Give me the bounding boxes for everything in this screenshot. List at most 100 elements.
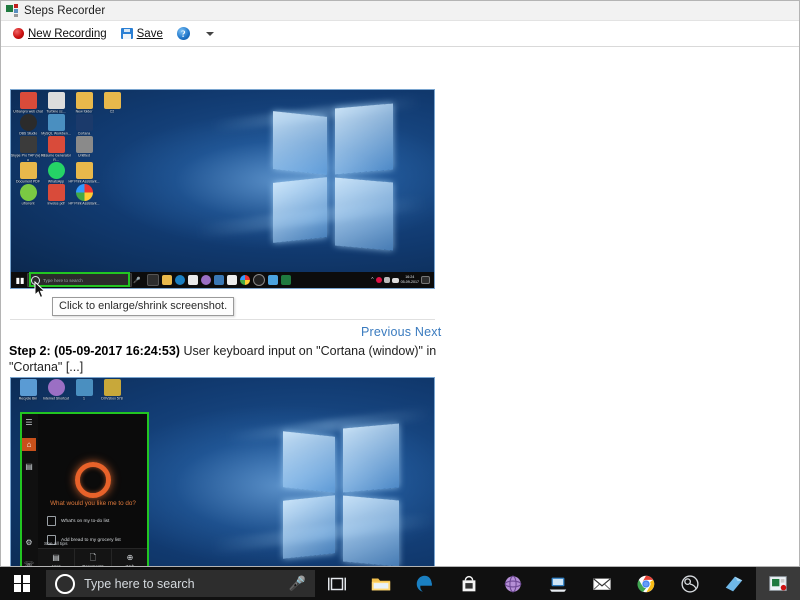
desktop-screenshot-step1[interactable]: Urbanpro web chat Turbine sc... New fold… bbox=[10, 89, 435, 289]
desktop-icon-label: C2 bbox=[109, 110, 115, 115]
next-link[interactable]: Next bbox=[415, 325, 442, 339]
clock-mini[interactable]: 16:24 05-09-2017 bbox=[401, 275, 419, 284]
remote-desktop-icon[interactable] bbox=[214, 275, 224, 285]
cortana-screenshot-step2[interactable]: Recycle Bin Internet Shortcut 1 DXVsbox … bbox=[10, 377, 435, 566]
purple-orb-icon bbox=[505, 575, 522, 592]
file-explorer-icon[interactable] bbox=[162, 275, 172, 285]
desktop-icon-grid: Urbanpro web chat Turbine sc... New fold… bbox=[11, 92, 125, 206]
chrome-icon[interactable] bbox=[240, 275, 250, 285]
chevron-down-icon bbox=[205, 31, 214, 36]
purple-orb-button[interactable] bbox=[491, 567, 535, 600]
new-recording-button[interactable]: New Recording bbox=[7, 25, 113, 43]
desktop-icon-row: OBS Studio MySQL Workben... Cortana bbox=[15, 114, 125, 136]
screen-root: Steps Recorder New Recording Save ? Urba… bbox=[0, 0, 800, 600]
desktop-icon[interactable]: 1 bbox=[71, 379, 97, 401]
desktop-icon[interactable]: New folder bbox=[71, 92, 97, 114]
purple-orb-icon[interactable] bbox=[201, 275, 211, 285]
hamburger-menu-icon[interactable]: ☰ bbox=[22, 416, 36, 429]
mail-button[interactable] bbox=[580, 567, 624, 600]
desktop-icon[interactable]: HP Print Assistant... bbox=[69, 161, 99, 184]
desktop-icon[interactable]: Document PDF bbox=[15, 161, 41, 184]
blue-app-icon[interactable] bbox=[268, 275, 278, 285]
save-button[interactable]: Save bbox=[115, 25, 169, 43]
help-button[interactable]: ? bbox=[171, 24, 196, 43]
record-dot-icon bbox=[13, 28, 24, 39]
steps-recorder-window: Steps Recorder New Recording Save ? Urba… bbox=[0, 0, 800, 567]
steps-recorder-taskbar-icon[interactable] bbox=[281, 275, 291, 285]
microphone-icon[interactable]: 🎤 bbox=[132, 277, 142, 284]
tab-apps[interactable]: ▤ Apps bbox=[38, 549, 75, 566]
wallpaper-window-logo bbox=[279, 423, 401, 566]
screenshot-tooltip: Click to enlarge/shrink screenshot. bbox=[52, 297, 235, 316]
step-label: Step 2: bbox=[9, 344, 51, 358]
desktop-icon[interactable]: Untitled bbox=[71, 136, 97, 160]
desktop-icon[interactable]: WhatsApp bbox=[43, 161, 69, 184]
cortana-suggestion[interactable]: What's on my to-do list bbox=[47, 516, 121, 526]
see-all-tips-link[interactable]: See all tips bbox=[44, 542, 67, 547]
desktop-icon-row: Recycle Bin Internet Shortcut 1 DXVsbox … bbox=[15, 379, 125, 401]
cortana-sidebar: ☰ ⌂ ▤ ⚙ ☏ bbox=[20, 412, 38, 566]
mail-icon[interactable] bbox=[227, 275, 237, 285]
search-placeholder-mini: Type here to search bbox=[43, 277, 83, 283]
taskbar-search-box[interactable]: Type here to search 🎤 bbox=[46, 570, 316, 597]
obs-studio-icon[interactable] bbox=[253, 274, 265, 286]
cortana-tabs: ▤ Apps 🗋 Documents ⊕ Web bbox=[38, 548, 148, 566]
obs-studio-icon bbox=[681, 574, 699, 593]
desktop-icon[interactable]: C2 bbox=[99, 92, 125, 114]
desktop-icon[interactable]: Resume Generator R... bbox=[41, 136, 71, 163]
desktop-icon[interactable]: Internet Shortcut bbox=[43, 379, 69, 401]
microsoft-store-button[interactable] bbox=[447, 567, 491, 600]
cortana-suggestions: What's on my to-do list Add bread to my … bbox=[47, 516, 121, 545]
feedback-icon[interactable]: ☏ bbox=[22, 558, 36, 566]
notification-icon[interactable] bbox=[375, 277, 382, 283]
obs-studio-button[interactable] bbox=[668, 567, 712, 600]
notebook-icon[interactable]: ▤ bbox=[22, 460, 36, 473]
start-button[interactable] bbox=[0, 567, 44, 600]
suggestion-label: Add bread to my grocery list bbox=[61, 537, 121, 543]
globe-icon: ⊕ bbox=[126, 552, 134, 562]
edge-button[interactable] bbox=[403, 567, 447, 600]
file-explorer-icon bbox=[372, 578, 391, 590]
desktop-icon[interactable]: HP Print Assistant... bbox=[69, 184, 99, 206]
wallpaper-window-logo bbox=[269, 103, 397, 262]
screenshot1-taskbar: ▮▮ Type here to search 🎤 ^ 16:24 05-09-2… bbox=[11, 272, 434, 288]
edge-icon[interactable] bbox=[175, 275, 185, 285]
action-center-icon[interactable] bbox=[421, 276, 430, 284]
start-button-mini[interactable]: ▮▮ bbox=[13, 276, 27, 285]
desktop-icon-row: Urbanpro web chat Turbine sc... New fold… bbox=[13, 92, 125, 114]
desktop-icon[interactable]: DXVsbox 578 bbox=[99, 379, 125, 401]
apps-icon: ▤ bbox=[52, 552, 60, 562]
tab-documents[interactable]: 🗋 Documents bbox=[75, 549, 112, 566]
desktop-icon[interactable]: Invoice pdf bbox=[43, 184, 69, 206]
cortana-sidebar-bottom: ⚙ ☏ bbox=[22, 536, 36, 566]
microsoft-store-icon[interactable] bbox=[188, 275, 198, 285]
previous-link[interactable]: Previous bbox=[361, 325, 411, 339]
task-view-icon[interactable] bbox=[147, 274, 159, 286]
file-explorer-button[interactable] bbox=[359, 567, 403, 600]
desktop-icon[interactable]: Urbanpro web chat bbox=[13, 92, 43, 114]
desktop-icon[interactable]: Skype Pro TAP (w) Info bbox=[11, 136, 45, 163]
microphone-icon[interactable]: 🎤 bbox=[289, 575, 306, 592]
desktop-icon[interactable]: MySQL Workben... bbox=[41, 114, 71, 136]
title-bar: Steps Recorder bbox=[1, 1, 799, 21]
steps-recorder-button[interactable] bbox=[755, 567, 800, 600]
blue-app-button[interactable] bbox=[712, 567, 756, 600]
floppy-disk-icon bbox=[120, 28, 133, 39]
gear-icon[interactable]: ⚙ bbox=[22, 536, 36, 549]
desktop-icon[interactable]: Recycle Bin bbox=[15, 379, 41, 401]
step-timestamp: (05-09-2017 16:24:53) bbox=[54, 344, 180, 358]
home-icon[interactable]: ⌂ bbox=[22, 438, 36, 451]
desktop-icon[interactable]: Turbine sc... bbox=[43, 92, 69, 114]
cortana-orb-icon bbox=[75, 462, 111, 498]
tab-web[interactable]: ⊕ Web bbox=[112, 549, 148, 566]
chrome-button[interactable] bbox=[624, 567, 668, 600]
content-area: Urbanpro web chat Turbine sc... New fold… bbox=[1, 47, 799, 566]
battery-icon[interactable] bbox=[391, 277, 399, 283]
help-dropdown-button[interactable] bbox=[198, 29, 220, 39]
task-view-button[interactable] bbox=[315, 567, 359, 600]
desktop-icon[interactable]: uTorrent bbox=[15, 184, 41, 206]
network-icon[interactable] bbox=[383, 277, 390, 283]
remote-desktop-button[interactable] bbox=[536, 567, 580, 600]
desktop-icon[interactable]: OBS Studio bbox=[15, 114, 41, 136]
desktop-icon[interactable]: Cortana bbox=[71, 114, 97, 136]
